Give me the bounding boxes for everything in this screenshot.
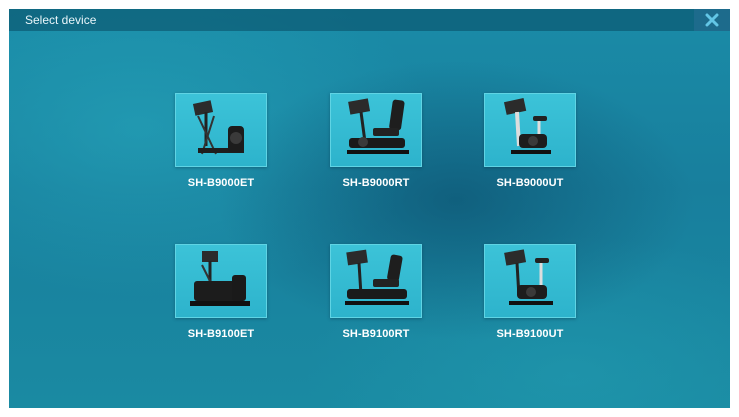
device-label: SH-B9000RT <box>342 177 410 189</box>
device-tile-sh-b9100rt[interactable]: SH-B9100RT <box>329 244 423 340</box>
device-thumbnail <box>484 244 576 318</box>
device-tile-sh-b9000et[interactable]: SH-B9000ET <box>174 93 268 189</box>
device-thumbnail <box>175 244 267 318</box>
elliptical-trainer-icon <box>192 100 244 155</box>
window-title: Select device <box>25 13 97 27</box>
device-label: SH-B9100ET <box>187 328 255 340</box>
upright-bike-icon <box>504 249 553 305</box>
title-bar: Select device <box>9 9 730 31</box>
device-label: SH-B9100UT <box>496 328 564 340</box>
device-tile-sh-b9000ut[interactable]: SH-B9000UT <box>483 93 577 189</box>
device-thumbnail <box>484 93 576 167</box>
device-tile-sh-b9000rt[interactable]: SH-B9000RT <box>329 93 423 189</box>
device-label: SH-B9000ET <box>187 177 255 189</box>
upright-bike-icon <box>503 98 551 154</box>
device-thumbnail <box>330 93 422 167</box>
elliptical-trainer-icon <box>190 251 250 306</box>
device-thumbnail <box>330 244 422 318</box>
device-tile-sh-b9100et[interactable]: SH-B9100ET <box>174 244 268 340</box>
recumbent-bike-icon <box>347 98 409 154</box>
device-thumbnail <box>175 93 267 167</box>
device-label: SH-B9000UT <box>496 177 564 189</box>
recumbent-bike-icon <box>345 249 409 305</box>
close-button[interactable] <box>694 9 730 31</box>
device-label: SH-B9100RT <box>342 328 410 340</box>
close-icon <box>705 13 719 27</box>
device-select-screen: Select device SH-B9000ET SH-B9000RT SH-B… <box>9 9 730 408</box>
device-tile-sh-b9100ut[interactable]: SH-B9100UT <box>483 244 577 340</box>
